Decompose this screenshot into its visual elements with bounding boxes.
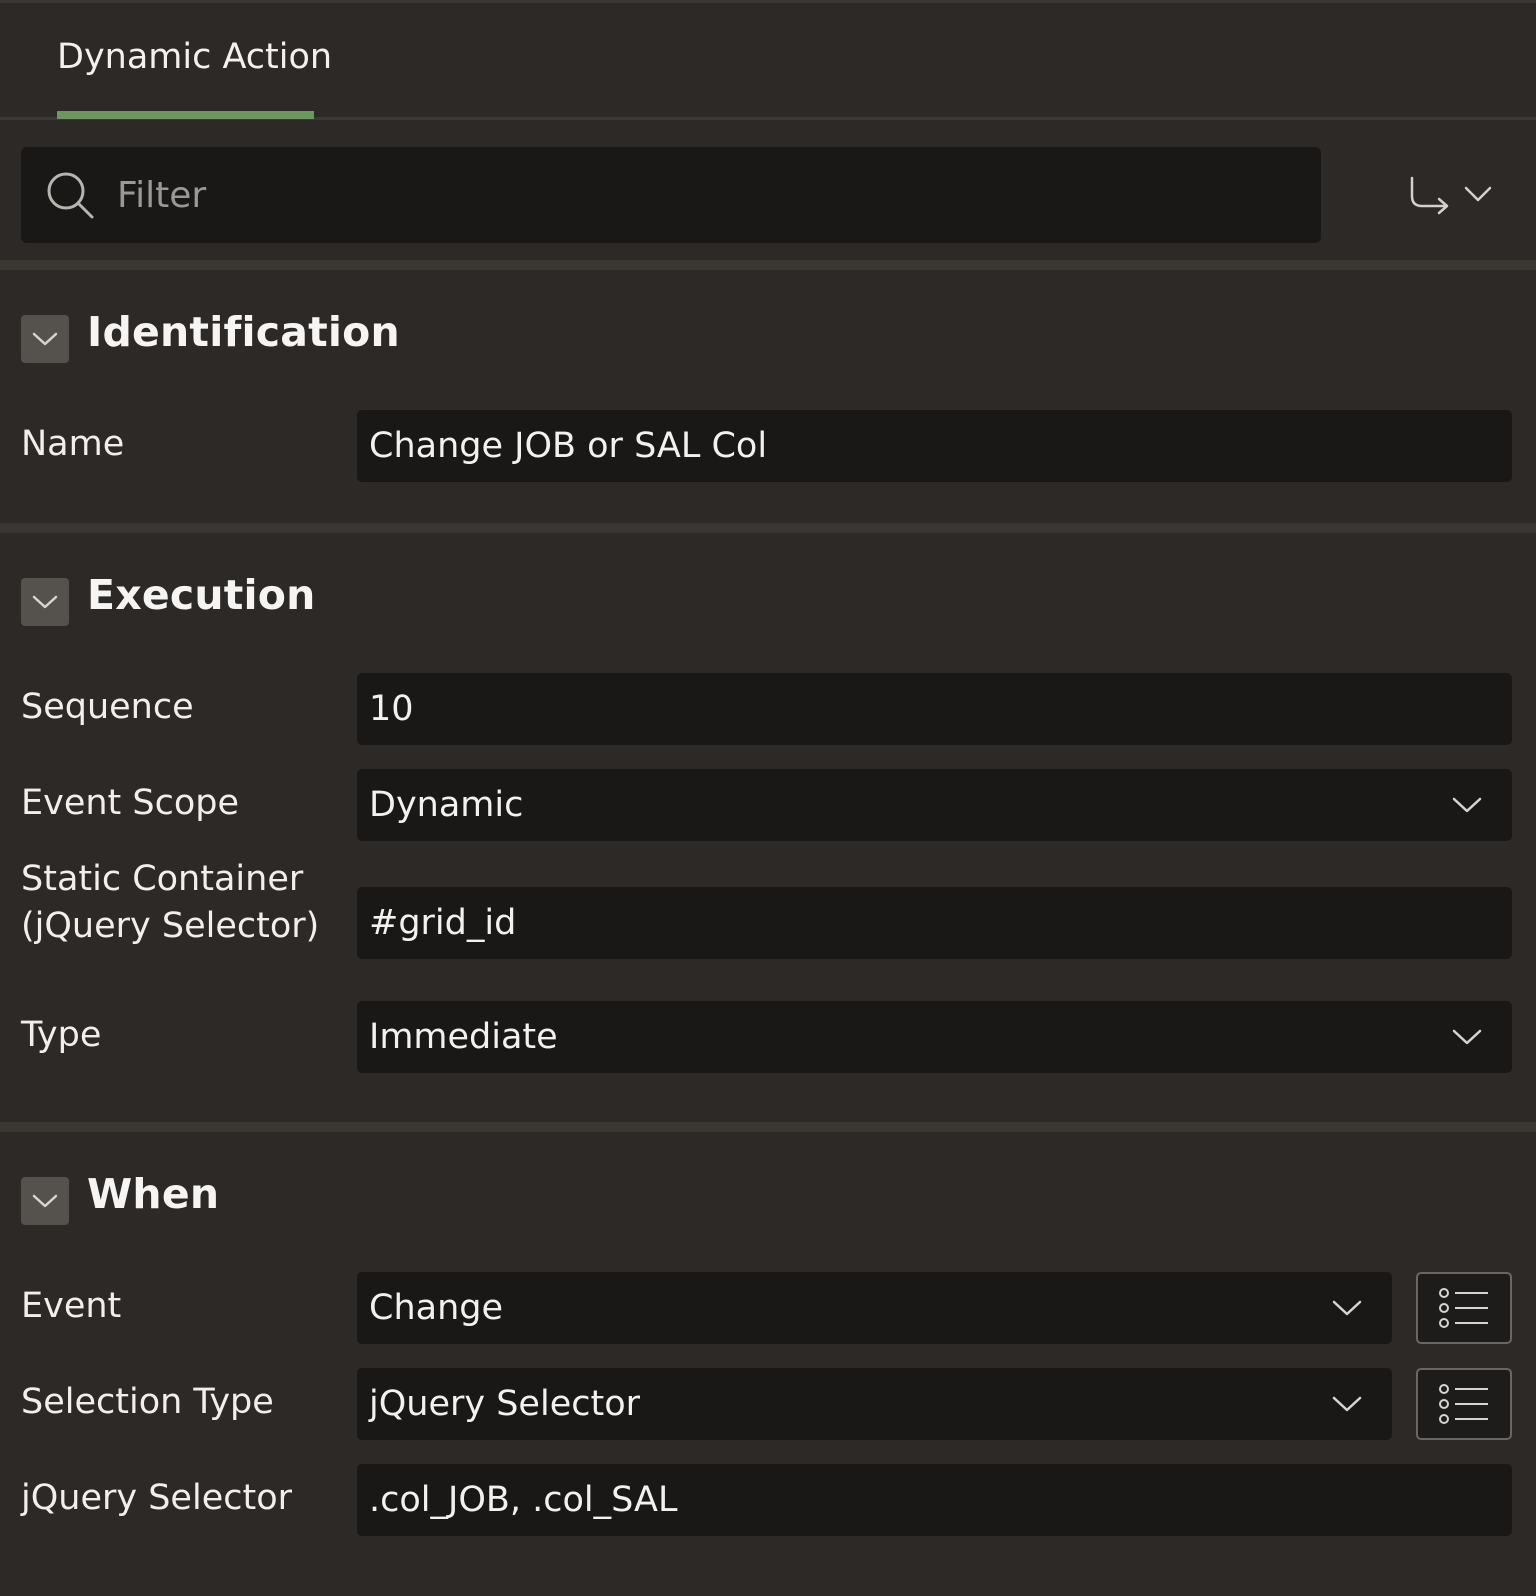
tab-label: Dynamic Action: [57, 36, 333, 77]
property-label: Event Scope: [21, 783, 240, 823]
property-row-selection-type: Selection Type jQuery Selector: [0, 1368, 1536, 1464]
section-title: When: [87, 1170, 220, 1218]
section-when: When Event Change Selection Type jQuery …: [0, 1132, 1536, 1592]
chevron-down-icon: [1452, 1029, 1482, 1045]
property-row-jquery-selector: jQuery Selector .col_JOB, .col_SAL: [0, 1464, 1536, 1560]
property-row-event: Event Change: [0, 1272, 1536, 1368]
field-value: Immediate: [369, 1017, 558, 1057]
list-icon: [1439, 1288, 1488, 1328]
field-value: .col_JOB, .col_SAL: [369, 1480, 678, 1520]
property-label: Selection Type: [21, 1382, 274, 1422]
event-list-button[interactable]: [1416, 1272, 1512, 1344]
section-identification: Identification Name Change JOB or SAL Co…: [0, 270, 1536, 533]
section-header-when: When: [0, 1132, 1536, 1272]
property-label: jQuery Selector: [21, 1478, 292, 1518]
sequence-field[interactable]: 10: [357, 673, 1512, 745]
section-title: Identification: [87, 308, 400, 356]
property-row-name: Name Change JOB or SAL Col: [0, 410, 1536, 506]
property-row-type: Type Immediate: [0, 985, 1536, 1081]
chevron-down-icon: [1452, 797, 1482, 813]
collapse-identification-button[interactable]: [21, 315, 69, 363]
field-value: #grid_id: [369, 903, 517, 943]
property-label-line: (jQuery Selector): [21, 906, 320, 946]
field-value: Dynamic: [369, 785, 524, 825]
selection-type-select[interactable]: jQuery Selector: [357, 1368, 1392, 1440]
search-icon: [47, 172, 94, 219]
section-title: Execution: [87, 571, 316, 619]
field-value: Change JOB or SAL Col: [369, 426, 768, 466]
property-row-event-scope: Event Scope Dynamic: [0, 769, 1536, 865]
selection-type-list-button[interactable]: [1416, 1368, 1512, 1440]
name-field[interactable]: Change JOB or SAL Col: [357, 410, 1512, 482]
property-label: Name: [21, 424, 125, 464]
event-select[interactable]: Change: [357, 1272, 1392, 1344]
property-label: Type: [21, 1015, 102, 1055]
chevron-down-icon: [1332, 1300, 1362, 1316]
section-header-execution: Execution: [0, 533, 1536, 673]
chevron-down-icon: [32, 332, 58, 346]
active-tab-indicator: [57, 111, 314, 119]
chevron-down-icon: [32, 1194, 58, 1208]
collapse-when-button[interactable]: [21, 1177, 69, 1225]
property-row-static-container: Static Container (jQuery Selector) #grid…: [0, 859, 1536, 985]
event-scope-select[interactable]: Dynamic: [357, 769, 1512, 841]
tab-bar: Dynamic Action: [0, 3, 1536, 120]
property-label-line: Static Container: [21, 859, 304, 899]
property-label: Sequence: [21, 687, 194, 727]
section-header-identification: Identification: [0, 270, 1536, 410]
go-to-group-icon: [1410, 176, 1492, 215]
chevron-down-icon: [1332, 1396, 1362, 1412]
static-container-field[interactable]: #grid_id: [357, 887, 1512, 959]
property-row-sequence: Sequence 10: [0, 673, 1536, 769]
filter-input[interactable]: [115, 173, 1219, 217]
collapse-execution-button[interactable]: [21, 578, 69, 626]
property-editor-panel: Dynamic Action I: [0, 0, 1536, 1596]
filter-bar: [0, 120, 1536, 270]
filter-field[interactable]: [21, 147, 1321, 243]
go-to-group-button[interactable]: [1395, 160, 1505, 230]
property-label: Event: [21, 1286, 122, 1326]
section-execution: Execution Sequence 10 Event Scope Dynami…: [0, 533, 1536, 1132]
field-value: jQuery Selector: [369, 1384, 640, 1424]
type-select[interactable]: Immediate: [357, 1001, 1512, 1073]
field-value: 10: [369, 689, 414, 729]
tab-dynamic-action[interactable]: Dynamic Action: [57, 3, 332, 120]
field-value: Change: [369, 1288, 504, 1328]
chevron-down-icon: [32, 595, 58, 609]
property-label: Static Container (jQuery Selector): [21, 856, 319, 950]
list-icon: [1439, 1384, 1488, 1424]
jquery-selector-field[interactable]: .col_JOB, .col_SAL: [357, 1464, 1512, 1536]
